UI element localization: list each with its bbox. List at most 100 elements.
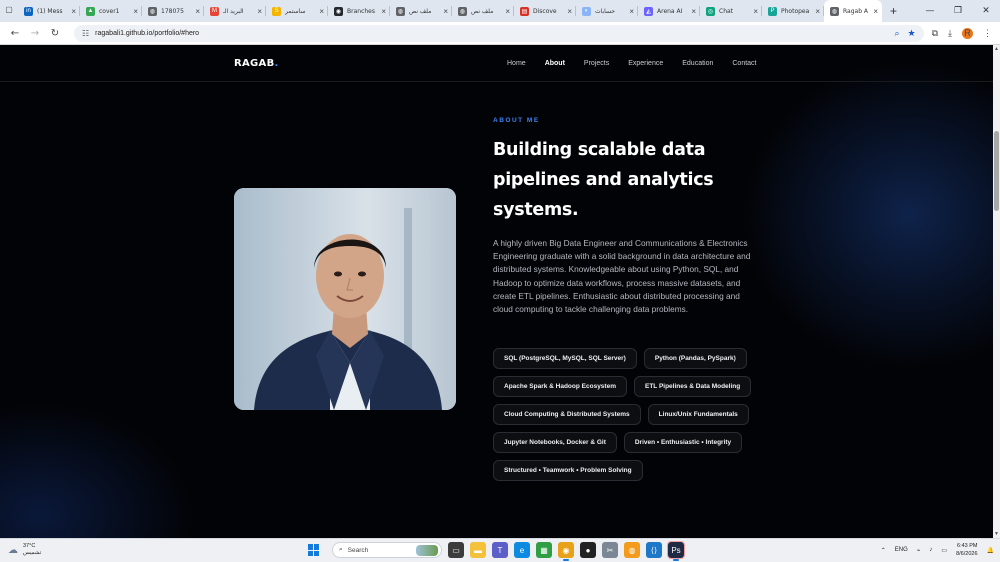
tab-title: 178075 — [161, 7, 184, 15]
new-tab-button[interactable]: + — [890, 4, 897, 18]
notifications-icon[interactable]: 🔔 — [987, 547, 994, 554]
vscode-icon[interactable]: ⟨⟩ — [646, 542, 662, 558]
tab-close-icon[interactable]: × — [381, 7, 386, 16]
browser-tab[interactable]: ◍ 178075 × — [142, 0, 204, 22]
chrome-icon[interactable]: ◉ — [558, 542, 574, 561]
nav-link-projects[interactable]: Projects — [584, 60, 609, 67]
downloads-icon[interactable]: ⤓ — [948, 28, 952, 39]
language-indicator[interactable]: ENG — [895, 547, 908, 553]
app-icon-dark[interactable]: ● — [580, 542, 596, 558]
address-bar[interactable]: ☷ ragabali1.github.io/portfolio/#hero ⌕ … — [74, 24, 924, 42]
tab-close-icon[interactable]: × — [629, 7, 634, 16]
browser-tab[interactable]: ◍ Ragab A × — [824, 0, 882, 22]
brand-logo[interactable]: RAGAB. — [234, 58, 279, 69]
tab-title: Branches — [347, 7, 375, 15]
section-eyebrow: ABOUT ME — [493, 117, 540, 124]
tab-close-icon[interactable]: × — [257, 7, 262, 16]
teams-icon[interactable]: T — [492, 542, 508, 558]
tab-close-icon[interactable]: × — [505, 7, 510, 16]
scroll-down-icon[interactable]: ▼ — [993, 531, 1000, 537]
scroll-up-icon[interactable]: ▲ — [993, 46, 1000, 52]
tab-favicon-icon: in — [24, 6, 33, 16]
browser-tab[interactable]: ◭ Arena AI × — [638, 0, 700, 22]
show-hidden-icons-icon[interactable]: ⌃ — [881, 547, 886, 554]
skill-tag: Jupyter Notebooks, Docker & Git — [493, 432, 617, 453]
store-icon[interactable]: ▦ — [536, 542, 552, 558]
browser-tab[interactable]: ▤ Discove × — [514, 0, 576, 22]
nav-link-home[interactable]: Home — [507, 60, 526, 67]
browser-tab[interactable]: ◍ ملف نص × — [452, 0, 514, 22]
nav-link-about[interactable]: About — [545, 60, 565, 67]
browser-tab-strip: ▢ in (1) Mess × ▲ cover1 × ◍ 178075 × M البريد الـ… — [0, 0, 1000, 22]
forward-icon[interactable]: → — [28, 28, 42, 39]
firefox-icon[interactable]: ◍ — [624, 542, 640, 558]
about-bio: A highly driven Big Data Engineer and Co… — [493, 238, 751, 315]
tab-favicon-icon: ◭ — [644, 6, 653, 16]
tab-list-icon[interactable]: ▢ — [3, 5, 15, 17]
skill-tag: SQL (PostgreSQL, MySQL, SQL Server) — [493, 348, 637, 369]
tab-favicon-icon: ◍ — [396, 6, 405, 16]
tab-close-icon[interactable]: × — [319, 7, 324, 16]
reload-icon[interactable]: ↻ — [48, 28, 62, 39]
tab-close-icon[interactable]: × — [873, 7, 878, 16]
profile-photo — [234, 188, 456, 410]
task-view-icon[interactable]: ▭ — [448, 542, 464, 558]
file-explorer-icon[interactable]: ▬ — [470, 542, 486, 558]
photoshop-icon[interactable]: Ps — [667, 541, 685, 561]
url-text[interactable]: ragabali1.github.io/portfolio/#hero — [95, 30, 886, 37]
tab-close-icon[interactable]: × — [443, 7, 448, 16]
skill-tag: Linux/Unix Fundamentals — [647, 404, 749, 425]
tab-close-icon[interactable]: × — [567, 7, 572, 16]
browser-tab[interactable]: P Photopea × — [762, 0, 824, 22]
weather-widget[interactable]: ☁ 37°C تشميس — [8, 543, 41, 557]
browser-tab[interactable]: ◐ حسابات × — [576, 0, 638, 22]
tab-close-icon[interactable]: × — [753, 7, 758, 16]
zoom-icon[interactable]: ⌕ — [894, 28, 899, 39]
taskbar-search[interactable]: ⌕ Search — [332, 542, 442, 558]
browser-tab[interactable]: ◉ Branches × — [328, 0, 390, 22]
browser-menu-icon[interactable]: ⋮ — [983, 28, 992, 39]
profile-avatar[interactable]: R — [962, 27, 973, 39]
battery-icon[interactable]: ▭ — [941, 547, 947, 554]
tab-title: Discove — [533, 7, 557, 15]
browser-tab[interactable]: ◍ ملف نص × — [390, 0, 452, 22]
tab-favicon-icon: ◍ — [830, 6, 839, 16]
window-controls: — ❐ ✕ — [916, 0, 1000, 22]
bookmark-star-icon[interactable]: ★ — [908, 28, 916, 39]
browser-tab[interactable]: S سأستمر × — [266, 0, 328, 22]
clock[interactable]: 6:43 PM 8/6/2026 — [956, 542, 977, 558]
tab-favicon-icon: ◍ — [458, 6, 467, 16]
browser-tab[interactable]: ◎ Chat × — [700, 0, 762, 22]
extensions-icon[interactable]: ⧉ — [932, 28, 938, 39]
browser-tab[interactable]: M البريد الـ × — [204, 0, 266, 22]
minimize-icon[interactable]: — — [916, 6, 944, 16]
nav-link-contact[interactable]: Contact — [732, 60, 756, 67]
tab-close-icon[interactable]: × — [133, 7, 138, 16]
page-scrollbar[interactable]: ▲ ▼ — [993, 45, 1000, 538]
nav-link-experience[interactable]: Experience — [628, 60, 663, 67]
tab-close-icon[interactable]: × — [691, 7, 696, 16]
network-icon[interactable]: ⌁ — [917, 547, 921, 554]
tab-close-icon[interactable]: × — [815, 7, 820, 16]
nav-link-education[interactable]: Education — [682, 60, 713, 67]
search-placeholder: Search — [347, 546, 369, 554]
os-taskbar: ☁ 37°C تشميس ⌕ Search ▭ ▬ T e ▦ ◉ ● ✂ ◍ … — [0, 538, 1000, 562]
close-window-icon[interactable]: ✕ — [972, 6, 1000, 16]
browser-tab[interactable]: in (1) Mess × — [18, 0, 80, 22]
volume-icon[interactable]: ♪ — [929, 547, 932, 553]
browser-tab[interactable]: ▲ cover1 × — [80, 0, 142, 22]
restore-icon[interactable]: ❐ — [944, 6, 972, 16]
snipping-tool-icon[interactable]: ✂ — [602, 542, 618, 558]
tab-close-icon[interactable]: × — [195, 7, 200, 16]
edge-icon[interactable]: e — [514, 542, 530, 558]
site-info-icon[interactable]: ☷ — [82, 29, 89, 38]
tab-title: (1) Mess — [37, 7, 63, 15]
back-icon[interactable]: ← — [8, 28, 22, 39]
tab-favicon-icon: ◎ — [706, 6, 715, 16]
tab-title: cover1 — [99, 7, 120, 15]
scrollbar-thumb[interactable] — [994, 131, 999, 211]
site-header: RAGAB. Home About Projects Experience Educat… — [0, 45, 993, 82]
tab-favicon-icon: ◍ — [148, 6, 157, 16]
start-button-icon[interactable] — [308, 544, 320, 556]
tab-close-icon[interactable]: × — [71, 7, 76, 16]
